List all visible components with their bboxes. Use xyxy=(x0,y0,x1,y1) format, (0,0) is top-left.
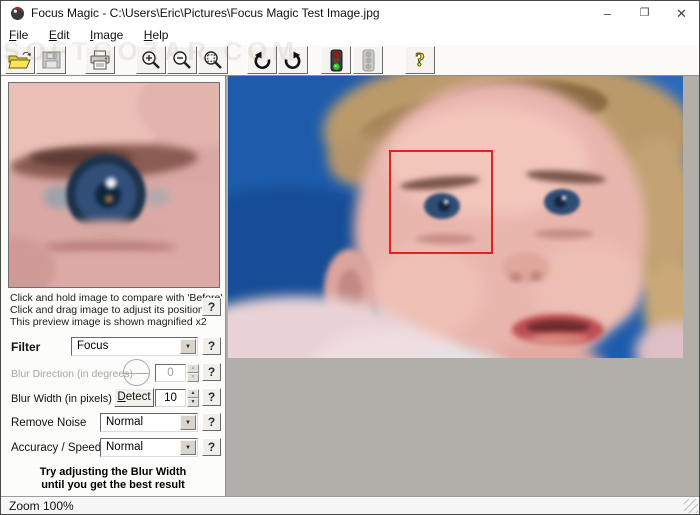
magnifier-minus-icon xyxy=(172,50,192,70)
menu-file[interactable]: File xyxy=(1,26,36,42)
instruction-line: Click and hold image to compare with 'Be… xyxy=(10,292,222,304)
image-canvas xyxy=(226,76,700,498)
process-button[interactable] xyxy=(321,46,351,74)
redo-button[interactable] xyxy=(278,46,308,74)
hint-line-1: Try adjusting the Blur Width xyxy=(1,466,225,479)
help-button[interactable]: ? xyxy=(405,46,435,74)
menu-help[interactable]: Help xyxy=(136,26,177,42)
title-bar[interactable]: Focus Magic - C:\Users\Eric\Pictures\Foc… xyxy=(1,1,699,26)
blur-width-field[interactable]: 10 xyxy=(155,389,186,407)
window-title: Focus Magic - C:\Users\Eric\Pictures\Foc… xyxy=(31,1,380,26)
menu-bar: File Edit Image Help xyxy=(1,26,699,45)
accuracy-speed-value: Normal xyxy=(106,441,143,453)
blur-width-stepper[interactable]: ▲ ▼ xyxy=(187,389,199,407)
blur-direction-label: Blur Direction (in degrees) xyxy=(11,368,133,380)
print-button[interactable] xyxy=(85,46,115,74)
zoom-in-button[interactable] xyxy=(136,46,166,74)
selection-rectangle[interactable] xyxy=(389,150,493,254)
preview-help-button[interactable]: ? xyxy=(202,298,221,316)
menu-edit[interactable]: Edit xyxy=(41,26,78,42)
control-panel: Click and hold image to compare with 'Be… xyxy=(1,76,226,498)
blur-direction-help-button[interactable]: ? xyxy=(202,363,221,381)
redo-arrow-icon xyxy=(283,51,303,70)
app-logo-icon xyxy=(10,6,25,21)
filter-dropdown[interactable]: Focus ▼ xyxy=(71,337,198,356)
minimize-button[interactable]: – xyxy=(590,1,625,26)
chevron-down-icon[interactable]: ▼ xyxy=(180,440,196,455)
open-folder-icon xyxy=(8,51,32,70)
traffic-light-gray-icon xyxy=(361,49,376,72)
resize-grip[interactable] xyxy=(684,499,698,513)
spin-down-icon[interactable]: ▼ xyxy=(187,373,199,382)
menu-image[interactable]: Image xyxy=(82,26,131,42)
instruction-line: This preview image is shown magnified x2 xyxy=(10,316,207,328)
undo-button[interactable] xyxy=(247,46,277,74)
dial-line xyxy=(124,373,149,374)
status-bar: Zoom 100% xyxy=(1,496,699,514)
accuracy-speed-label: Accuracy / Speed xyxy=(11,442,101,454)
save-button[interactable] xyxy=(36,46,66,74)
close-button[interactable]: ✕ xyxy=(664,1,699,26)
blur-direction-field[interactable]: 0 xyxy=(155,364,186,382)
preview-image[interactable] xyxy=(8,82,220,288)
main-photo[interactable] xyxy=(228,76,683,358)
filter-label: Filter xyxy=(11,340,40,354)
detect-button[interactable]: Detect xyxy=(114,388,154,407)
magnifier-fit-icon xyxy=(203,50,223,70)
chevron-down-icon[interactable]: ▼ xyxy=(180,339,196,354)
svg-text:?: ? xyxy=(415,49,425,71)
remove-noise-label: Remove Noise xyxy=(11,417,86,429)
focus-magic-window: Focus Magic - C:\Users\Eric\Pictures\Foc… xyxy=(0,0,700,515)
zoom-fit-button[interactable] xyxy=(198,46,228,74)
filter-help-button[interactable]: ? xyxy=(202,337,221,355)
hint-line-2: until you get the best result xyxy=(1,479,225,492)
chevron-down-icon[interactable]: ▼ xyxy=(180,415,196,430)
printer-icon xyxy=(89,50,111,70)
instruction-line: Click and drag image to adjust its posit… xyxy=(10,304,204,316)
remove-noise-dropdown[interactable]: Normal ▼ xyxy=(100,413,198,432)
magnifier-plus-icon xyxy=(141,50,161,70)
toolbar: ? xyxy=(1,45,699,76)
blur-width-label: Blur Width (in pixels) xyxy=(11,393,112,405)
zoom-out-button[interactable] xyxy=(167,46,197,74)
spin-up-icon[interactable]: ▲ xyxy=(187,364,199,373)
filter-value: Focus xyxy=(77,340,108,352)
blur-direction-dial[interactable] xyxy=(123,359,150,386)
spin-down-icon[interactable]: ▼ xyxy=(187,398,199,407)
maximize-button[interactable]: ❐ xyxy=(627,1,662,26)
open-button[interactable] xyxy=(5,46,35,74)
floppy-disk-icon xyxy=(42,51,61,69)
blur-width-help-button[interactable]: ? xyxy=(202,388,221,406)
remove-noise-value: Normal xyxy=(106,416,143,428)
zoom-status: Zoom 100% xyxy=(9,499,74,513)
accuracy-speed-help-button[interactable]: ? xyxy=(202,438,221,456)
hint-text: Try adjusting the Blur Width until you g… xyxy=(1,466,225,492)
traffic-light-icon xyxy=(329,49,344,72)
process-disabled-button[interactable] xyxy=(353,46,383,74)
spin-up-icon[interactable]: ▲ xyxy=(187,389,199,398)
remove-noise-help-button[interactable]: ? xyxy=(202,413,221,431)
question-mark-icon: ? xyxy=(411,49,429,71)
accuracy-speed-dropdown[interactable]: Normal ▼ xyxy=(100,438,198,457)
undo-arrow-icon xyxy=(252,51,272,70)
blur-direction-stepper[interactable]: ▲ ▼ xyxy=(187,364,199,382)
